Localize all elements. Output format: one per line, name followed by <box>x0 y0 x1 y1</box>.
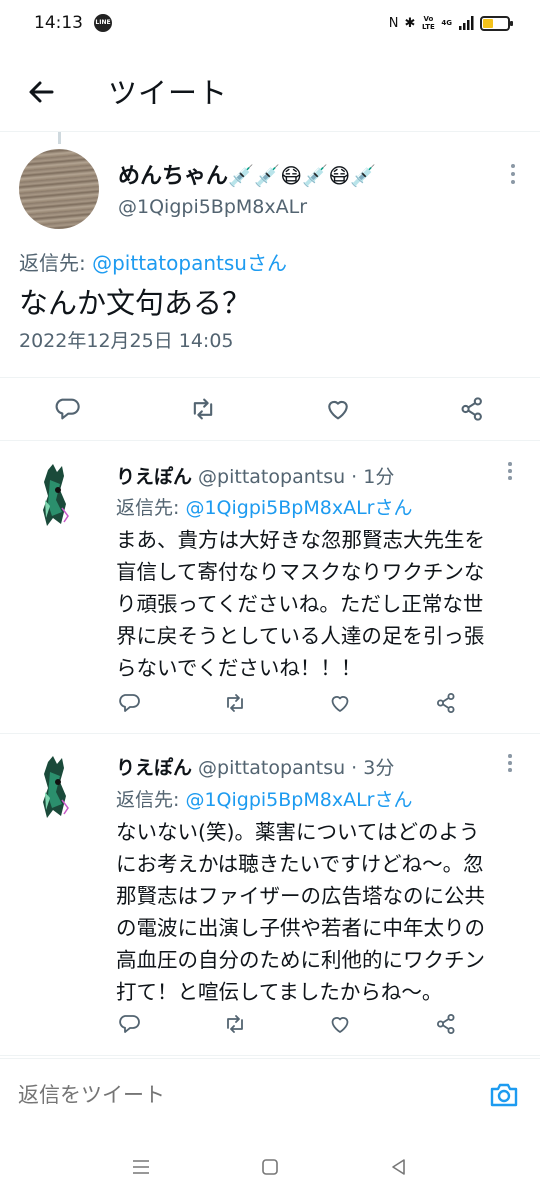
avatar[interactable] <box>34 460 84 530</box>
reply-tweet[interactable]: りえぽん @pittatopantsu · 1分 返信先: @1Qigpi5Bp… <box>0 442 540 734</box>
camera-icon[interactable] <box>488 1079 520 1111</box>
tweet-actions <box>0 377 540 441</box>
reply-tweet[interactable]: りえぽん @pittatopantsu · 3分 返信先: @1Qigpi5Bp… <box>0 734 540 1056</box>
status-icons: N ✱ Vo LTE 4G <box>388 12 513 34</box>
system-nav-bar <box>0 1136 540 1200</box>
back-arrow-icon[interactable] <box>22 72 62 112</box>
tweet-timestamp[interactable]: 2022年12月25日 14:05 <box>19 326 234 353</box>
reply-icon[interactable] <box>112 1007 146 1041</box>
main-tweet: めんちゃん💉💉😷💉😷💉 @1Qigpi5BpM8xALr 返信先: @pitta… <box>0 132 540 442</box>
signal-icon <box>459 16 474 30</box>
reply-text-line: 那賢志はファイザーの広告塔なのに公共 <box>116 884 485 908</box>
reply-to-mention[interactable]: @1Qigpi5BpM8xALrさん <box>185 497 412 519</box>
reply-display-name[interactable]: りえぽん <box>116 466 192 488</box>
display-name[interactable]: めんちゃん💉💉😷💉😷💉 <box>118 158 376 190</box>
reply-to-label: 返信先: <box>116 497 186 519</box>
reply-compose-bar <box>0 1058 540 1134</box>
reply-to-mention[interactable]: @pittatopantsuさん <box>92 251 287 275</box>
tweet-text: なんか文句ある？ <box>19 286 252 320</box>
reply-input[interactable] <box>18 1083 458 1107</box>
reply-text: ないない(笑)。薬害についてはどのよう にお考えかは聴きたいですけどね〜。忽 那… <box>116 816 526 1008</box>
status-bar: 14:13 LINE N ✱ Vo LTE 4G <box>0 0 540 48</box>
status-time: 14:13 <box>34 13 83 33</box>
line-app-icon: LINE <box>94 14 112 32</box>
user-handle[interactable]: @1Qigpi5BpM8xALr <box>118 196 307 218</box>
battery-icon <box>480 15 513 31</box>
reply-text-line: らないでくださいね！！！ <box>116 656 362 680</box>
more-icon[interactable] <box>508 164 518 186</box>
retweet-icon[interactable] <box>186 392 220 426</box>
reply-header: りえぽん @pittatopantsu · 3分 <box>116 753 394 780</box>
reply-handle-time: @pittatopantsu · 1分 <box>192 466 395 488</box>
share-icon[interactable] <box>455 392 489 426</box>
reply-to-mention[interactable]: @1Qigpi5BpM8xALrさん <box>185 789 412 811</box>
reply-text-line: ないない(笑)。薬害についてはどのよう <box>116 820 480 844</box>
reply-handle-time: @pittatopantsu · 3分 <box>192 757 395 779</box>
like-icon[interactable] <box>323 686 357 720</box>
reply-text-line: り頑張ってくださいね。ただし正常な世 <box>116 592 484 616</box>
retweet-icon[interactable] <box>218 1007 252 1041</box>
more-icon[interactable] <box>506 754 514 774</box>
avatar[interactable] <box>34 752 84 822</box>
reply-text-line: まあ、貴方は大好きな忽那賢志大先生を <box>116 528 485 552</box>
reply-header: りえぽん @pittatopantsu · 1分 <box>116 462 394 489</box>
bluetooth-icon: ✱ <box>404 15 416 31</box>
reply-text-line: 打て！と喧伝してましたからね〜。 <box>116 980 443 1004</box>
more-icon[interactable] <box>506 462 514 482</box>
reply-icon[interactable] <box>50 392 84 426</box>
like-icon[interactable] <box>323 1007 357 1041</box>
menu-icon[interactable] <box>126 1152 156 1182</box>
top-app-bar: ツイート <box>0 48 540 132</box>
reply-text: まあ、貴方は大好きな忽那賢志大先生を 盲信して寄付なりマスクなりワクチンな り頑… <box>116 524 526 684</box>
page-title: ツイート <box>108 76 229 110</box>
home-icon[interactable] <box>255 1152 285 1182</box>
network-type-icon: 4G <box>441 19 452 27</box>
display-name-text: めんちゃん <box>118 164 229 189</box>
reply-to-line: 返信先: @pittatopantsuさん <box>19 247 287 276</box>
reply-display-name[interactable]: りえぽん <box>116 757 192 779</box>
volte-icon: Vo LTE <box>421 15 435 31</box>
retweet-icon[interactable] <box>218 686 252 720</box>
name-emojis: 💉💉😷💉😷💉 <box>228 164 377 188</box>
reply-to-label: 返信先: <box>19 251 93 275</box>
reply-text-line: にお考えかは聴きたいですけどね〜。忽 <box>116 852 484 876</box>
reply-to-line: 返信先: @1Qigpi5BpM8xALrさん <box>116 493 412 520</box>
reply-to-label: 返信先: <box>116 789 186 811</box>
reply-icon[interactable] <box>112 686 146 720</box>
avatar[interactable] <box>19 149 99 229</box>
reply-text-line: 高血圧の自分のために利他的にワクチン <box>116 948 485 972</box>
reply-text-line: 界に戻そうとしている人達の足を引っ張 <box>116 624 485 648</box>
share-icon[interactable] <box>429 686 463 720</box>
share-icon[interactable] <box>429 1007 463 1041</box>
reply-to-line: 返信先: @1Qigpi5BpM8xALrさん <box>116 785 412 812</box>
reply-text-line: の電波に出演し子供や若者に中年太りの <box>116 916 485 940</box>
back-nav-icon[interactable] <box>384 1152 414 1182</box>
like-icon[interactable] <box>321 392 355 426</box>
reply-text-line: 盲信して寄付なりマスクなりワクチンな <box>116 560 485 584</box>
nfc-icon: N <box>388 15 399 31</box>
